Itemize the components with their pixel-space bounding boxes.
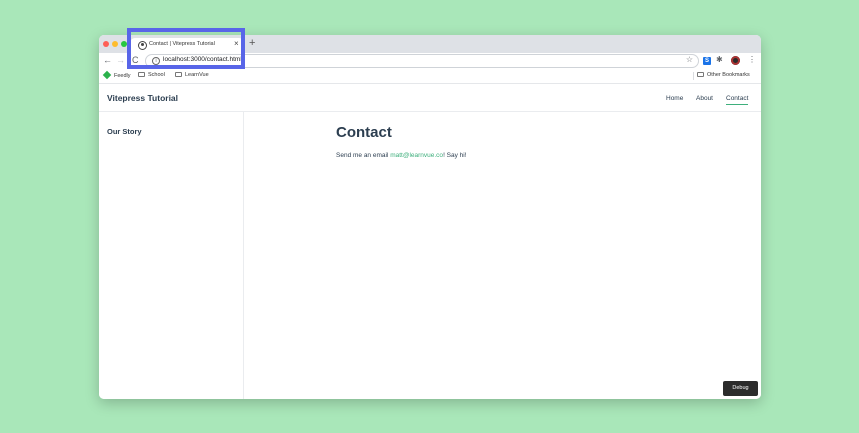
bookmark-star-icon[interactable]: ☆ [686,55,693,64]
folder-icon [175,72,182,77]
bookmark-feedly[interactable]: Feedly [102,70,131,80]
bookmark-label: LearnVue [185,72,209,78]
debug-button[interactable]: Debug [723,381,758,396]
back-icon[interactable]: ← [103,55,112,66]
new-tab-button[interactable]: + [249,37,255,49]
contact-paragraph: Send me an email matt@learnvue.co! Say h… [336,152,467,159]
bookmark-other[interactable]: Other Bookmarks [697,72,750,78]
nav-home-link[interactable]: Home [666,95,683,102]
browser-menu-icon[interactable]: ⋮ [748,55,756,64]
bookmark-learnvue[interactable]: LearnVue [175,72,209,78]
nav-contact-link[interactable]: Contact [726,95,749,105]
contact-text-after: ! Say hi! [443,152,467,159]
bookmark-label: Other Bookmarks [707,72,750,78]
browser-window: Contact | Vitepress Tutorial × + ← → C i… [99,35,761,399]
email-link[interactable]: matt@learnvue.co [390,152,443,159]
bookmarks-divider [693,72,694,80]
bookmark-school[interactable]: School [138,72,165,78]
contact-text-before: Send me an email [336,152,391,159]
extension-s-icon[interactable]: S [703,57,711,65]
feedly-icon [102,70,112,80]
extensions-puzzle-icon[interactable]: ✱ [716,55,723,64]
nav-about-link[interactable]: About [696,95,713,102]
profile-avatar[interactable] [731,56,740,65]
site-title[interactable]: Vitepress Tutorial [107,93,178,103]
sidebar: Our Story [99,112,244,399]
site-navbar: Vitepress Tutorial Home About Contact [99,84,761,112]
tab-highlight-box [127,28,245,69]
page-title: Contact [336,124,392,141]
sidebar-heading-our-story[interactable]: Our Story [107,127,142,136]
page-viewport: Vitepress Tutorial Home About Contact Ou… [99,84,761,399]
minimize-window-button[interactable] [112,41,118,47]
folder-icon [138,72,145,77]
bookmark-label: Feedly [114,73,131,79]
forward-icon[interactable]: → [116,55,125,66]
folder-icon [697,72,704,77]
close-window-button[interactable] [103,41,109,47]
bookmark-label: School [148,72,165,78]
bookmarks-bar: Feedly School LearnVue Other Bookmarks [99,69,761,84]
